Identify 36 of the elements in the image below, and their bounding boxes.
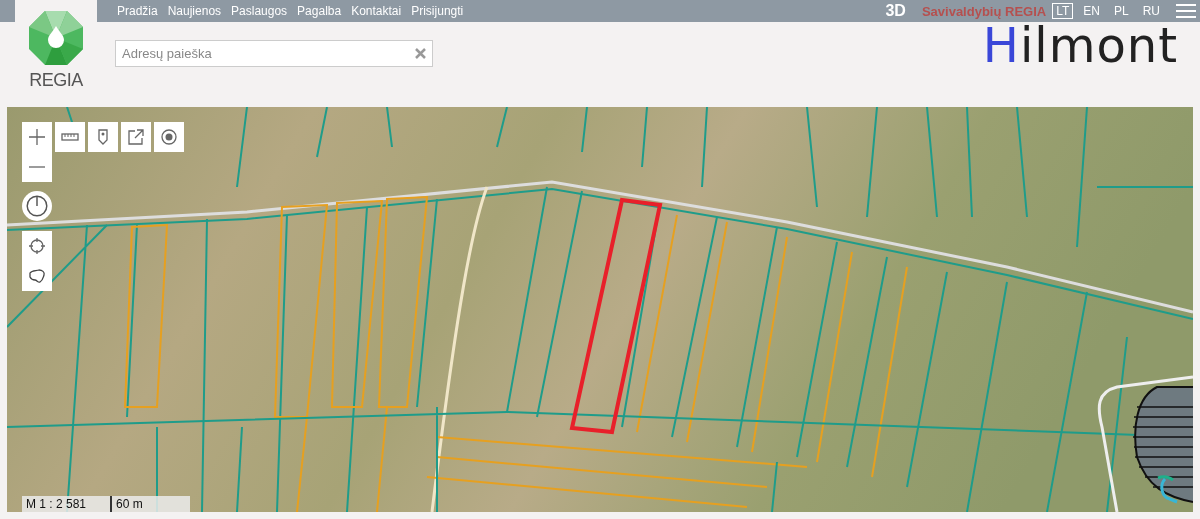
zoom-out-button[interactable] [22, 152, 52, 182]
clear-icon[interactable] [415, 48, 426, 59]
portal-link[interactable]: Savivaldybių REGIA [921, 3, 1047, 19]
top-bar-segment [0, 0, 15, 22]
brand-logo: Hilmont [982, 20, 1178, 70]
share-icon [127, 128, 145, 146]
measure-button[interactable] [55, 122, 85, 152]
octagon-logo-icon [28, 10, 84, 66]
language-tab[interactable]: PL [1109, 3, 1133, 19]
crosshair-button[interactable] [22, 231, 52, 261]
country-outline-icon [28, 267, 46, 285]
plus-icon [28, 128, 46, 146]
menu-icon[interactable] [1176, 3, 1196, 19]
compass-icon [26, 195, 48, 217]
minus-icon [28, 166, 46, 168]
language-tab[interactable]: RU [1138, 3, 1164, 19]
zoom-in-button[interactable] [22, 122, 52, 152]
locate-button[interactable] [154, 122, 184, 152]
nav-link[interactable]: Naujienos [167, 4, 222, 18]
pin-button[interactable] [88, 122, 118, 152]
address-search-field[interactable]: Adresų paieška [115, 40, 433, 67]
target-icon [160, 128, 178, 146]
map-scale-ratio: M 1 : 2 581 [22, 496, 110, 512]
nav-link[interactable]: Paslaugos [231, 4, 288, 18]
scale-bar: 60 m [110, 496, 190, 512]
nav-link[interactable]: Pagalba [297, 4, 342, 18]
country-outline-button[interactable] [22, 261, 52, 291]
language-tab[interactable]: LT [1052, 3, 1074, 19]
share-button[interactable] [121, 122, 151, 152]
crosshair-icon [28, 237, 46, 255]
language-tab[interactable]: EN [1079, 3, 1104, 19]
3d-toggle[interactable]: 3D [885, 2, 906, 20]
nav-link[interactable]: Prisijungti [411, 4, 464, 18]
nav-link[interactable]: Pradžia [117, 4, 158, 18]
nav-link[interactable]: Kontaktai [351, 4, 402, 18]
logo-name: REGIA [29, 70, 83, 91]
